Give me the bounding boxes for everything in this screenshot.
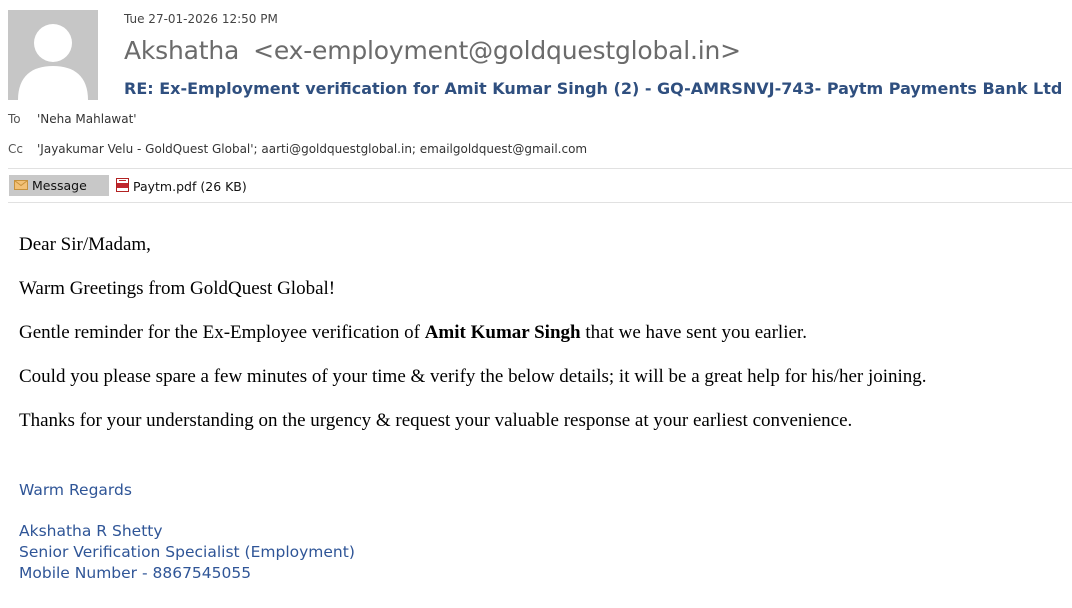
greeting: Dear Sir/Madam, [19, 234, 151, 255]
sender[interactable]: Akshatha <ex-employment@goldquestglobal.i… [124, 36, 741, 65]
sender-email[interactable]: <ex-employment@goldquestglobal.in> [253, 36, 741, 65]
candidate-name: Amit Kumar Singh [424, 322, 581, 343]
signature-title: Senior Verification Specialist (Employme… [19, 543, 355, 561]
to-row: To 'Neha Mahlawat' [8, 112, 137, 126]
message-tab[interactable]: Message [9, 175, 109, 196]
sender-name[interactable]: Akshatha [124, 36, 239, 65]
attachment-name: Paytm.pdf [133, 178, 197, 194]
person-silhouette-icon [8, 10, 98, 100]
body-line-thanks: Thanks for your understanding on the urg… [19, 410, 853, 431]
to-label: To [8, 112, 21, 126]
signature-block: Akshatha R Shetty Senior Verification Sp… [19, 521, 355, 584]
signature-name: Akshatha R Shetty [19, 522, 163, 540]
header-divider [8, 168, 1072, 169]
body-line-request: Could you please spare a few minutes of … [19, 366, 927, 387]
message-tab-label: Message [32, 178, 87, 193]
email-subject: RE: Ex-Employment verification for Amit … [124, 79, 1063, 98]
reminder-prefix: Gentle reminder for the Ex-Employee veri… [19, 322, 425, 343]
cc-label: Cc [8, 142, 23, 156]
envelope-icon [14, 178, 28, 193]
signature-mobile: Mobile Number - 8867545055 [19, 564, 252, 582]
cc-recipients[interactable]: 'Jayakumar Velu - GoldQuest Global'; aar… [37, 142, 587, 156]
attachment-paytm-pdf[interactable]: Paytm.pdf (26 KB) [116, 176, 247, 196]
pdf-icon [116, 177, 129, 195]
reminder-suffix: that we have sent you earlier. [580, 322, 807, 343]
cc-row: Cc 'Jayakumar Velu - GoldQuest Global'; a… [8, 142, 587, 156]
signature-regards: Warm Regards [19, 481, 132, 499]
attachments-divider [8, 202, 1072, 203]
sender-avatar [8, 10, 98, 100]
body-line-greetings: Warm Greetings from GoldQuest Global! [19, 278, 336, 299]
attachment-size: (26 KB) [200, 178, 247, 194]
sent-date: Tue 27-01-2026 12:50 PM [124, 12, 278, 26]
email-body: Dear Sir/Madam, Warm Greetings from Gold… [19, 234, 927, 454]
to-recipients[interactable]: 'Neha Mahlawat' [37, 112, 137, 126]
body-line-reminder: Gentle reminder for the Ex-Employee veri… [19, 322, 927, 344]
